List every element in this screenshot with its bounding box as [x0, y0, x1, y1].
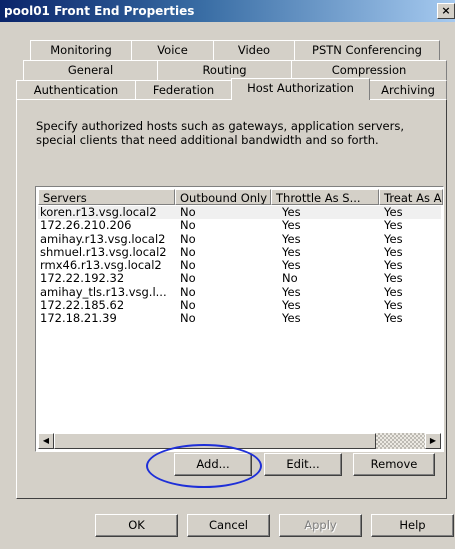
- table-row[interactable]: rmx46.r13.vsg.local2 No Yes Yes: [38, 259, 441, 272]
- tab-monitoring[interactable]: Monitoring: [30, 40, 132, 61]
- cell-outbound: No: [180, 259, 196, 273]
- edit-label: Edit...: [286, 457, 320, 471]
- tab-voice[interactable]: Voice: [131, 40, 214, 61]
- cell-server: amihay.r13.vsg.local2: [40, 232, 166, 246]
- remove-label: Remove: [370, 457, 418, 471]
- tab-authentication[interactable]: Authentication: [16, 80, 136, 101]
- ok-button[interactable]: OK: [95, 514, 178, 537]
- tab-label: Archiving: [381, 83, 435, 97]
- servers-list[interactable]: Servers Outbound Only Throttle As S... T…: [35, 186, 444, 452]
- tab-archiving[interactable]: Archiving: [369, 80, 447, 101]
- properties-dialog: pool01 Front End Properties × Monitoring…: [0, 0, 455, 549]
- cell-treat: Yes: [384, 219, 403, 233]
- cell-server: 172.18.21.39: [40, 312, 117, 326]
- title-bar[interactable]: pool01 Front End Properties ×: [0, 0, 455, 22]
- window-title: pool01 Front End Properties: [4, 4, 195, 18]
- cell-server: 172.22.185.62: [40, 299, 125, 313]
- tab-label: Compression: [331, 63, 407, 77]
- tab-label: Host Authorization: [247, 81, 354, 95]
- tab-label: Authentication: [33, 83, 119, 97]
- table-row[interactable]: 172.26.210.206 No Yes Yes: [38, 219, 441, 232]
- cell-treat: Yes: [384, 206, 403, 219]
- description-text: Specify authorized hosts such as gateway…: [36, 119, 405, 147]
- tab-federation[interactable]: Federation: [135, 80, 232, 101]
- cell-throttle: Yes: [282, 285, 301, 299]
- cell-treat: Yes: [384, 312, 403, 326]
- table-row[interactable]: amihay_tls.r13.vsg.l... No Yes Yes: [38, 286, 441, 299]
- horizontal-scrollbar[interactable]: ◀ ▶: [38, 433, 441, 449]
- cell-server: shmuel.r13.vsg.local2: [40, 245, 167, 259]
- tab-label: General: [67, 63, 114, 77]
- tab-label: PSTN Conferencing: [312, 43, 422, 57]
- cell-outbound: No: [180, 299, 196, 313]
- tab-label: Federation: [152, 83, 215, 97]
- table-row[interactable]: 172.22.185.62 No Yes Yes: [38, 299, 441, 312]
- table-row[interactable]: shmuel.r13.vsg.local2 No Yes Yes: [38, 246, 441, 259]
- cancel-label: Cancel: [209, 518, 248, 532]
- remove-button[interactable]: Remove: [353, 453, 435, 476]
- tab-general[interactable]: General: [23, 60, 158, 81]
- cell-treat: Yes: [384, 259, 403, 273]
- cell-throttle: Yes: [282, 219, 301, 233]
- column-headers: Servers Outbound Only Throttle As S... T…: [38, 189, 443, 206]
- cell-outbound: No: [180, 245, 196, 259]
- scroll-track[interactable]: [376, 433, 425, 449]
- add-button[interactable]: Add...: [174, 453, 252, 476]
- cell-server: koren.r13.vsg.local2: [40, 206, 157, 219]
- tab-label: Voice: [157, 43, 188, 57]
- ok-label: OK: [128, 518, 145, 532]
- table-row[interactable]: koren.r13.vsg.local2 No Yes Yes: [38, 206, 441, 220]
- edit-button[interactable]: Edit...: [264, 453, 342, 476]
- cell-outbound: No: [180, 312, 196, 326]
- cell-treat: Yes: [384, 232, 403, 246]
- cell-outbound: No: [180, 219, 196, 233]
- table-row[interactable]: amihay.r13.vsg.local2 No Yes Yes: [38, 233, 441, 246]
- column-header-treat-as[interactable]: Treat As A: [379, 189, 443, 205]
- tab-pstn-conferencing[interactable]: PSTN Conferencing: [294, 40, 440, 61]
- column-header-throttle[interactable]: Throttle As S...: [271, 189, 379, 205]
- list-rows: koren.r13.vsg.local2 No Yes Yes 172.26.210.…: [38, 206, 441, 326]
- cell-treat: Yes: [384, 285, 403, 299]
- cell-throttle: Yes: [282, 312, 301, 326]
- tab-video[interactable]: Video: [213, 40, 295, 61]
- tab-label: Video: [237, 43, 271, 57]
- cancel-button[interactable]: Cancel: [187, 514, 270, 537]
- help-button[interactable]: Help: [371, 514, 454, 537]
- column-header-outbound-only[interactable]: Outbound Only: [175, 189, 271, 205]
- cell-treat: Yes: [384, 299, 403, 313]
- add-label: Add...: [196, 457, 230, 471]
- tab-label: Monitoring: [50, 43, 112, 57]
- help-label: Help: [399, 518, 426, 532]
- cell-outbound: No: [180, 206, 196, 219]
- column-header-servers[interactable]: Servers: [38, 189, 175, 205]
- cell-server: amihay_tls.r13.vsg.l...: [40, 285, 167, 299]
- scroll-left-icon[interactable]: ◀: [38, 433, 54, 449]
- cell-throttle: Yes: [282, 206, 301, 219]
- apply-button[interactable]: Apply: [279, 514, 362, 537]
- cell-throttle: Yes: [282, 245, 301, 259]
- cell-server: 172.26.210.206: [40, 219, 132, 233]
- table-row[interactable]: 172.18.21.39 No Yes Yes: [38, 312, 441, 325]
- close-button[interactable]: ×: [437, 3, 455, 19]
- table-row[interactable]: 172.22.192.32 No No Yes: [38, 272, 441, 285]
- cell-treat: Yes: [384, 272, 403, 286]
- cell-throttle: Yes: [282, 259, 301, 273]
- cell-outbound: No: [180, 272, 196, 286]
- cell-throttle: Yes: [282, 232, 301, 246]
- cell-throttle: Yes: [282, 299, 301, 313]
- tab-host-authorization[interactable]: Host Authorization: [231, 78, 370, 100]
- tab-label: Routing: [202, 63, 247, 77]
- cell-server: 172.22.192.32: [40, 272, 125, 286]
- apply-label: Apply: [304, 518, 337, 532]
- scroll-thumb[interactable]: [54, 433, 376, 449]
- cell-outbound: No: [180, 232, 196, 246]
- scroll-right-icon[interactable]: ▶: [425, 433, 441, 449]
- cell-throttle: No: [282, 272, 298, 286]
- cell-treat: Yes: [384, 245, 403, 259]
- cell-outbound: No: [180, 285, 196, 299]
- cell-server: rmx46.r13.vsg.local2: [40, 259, 162, 273]
